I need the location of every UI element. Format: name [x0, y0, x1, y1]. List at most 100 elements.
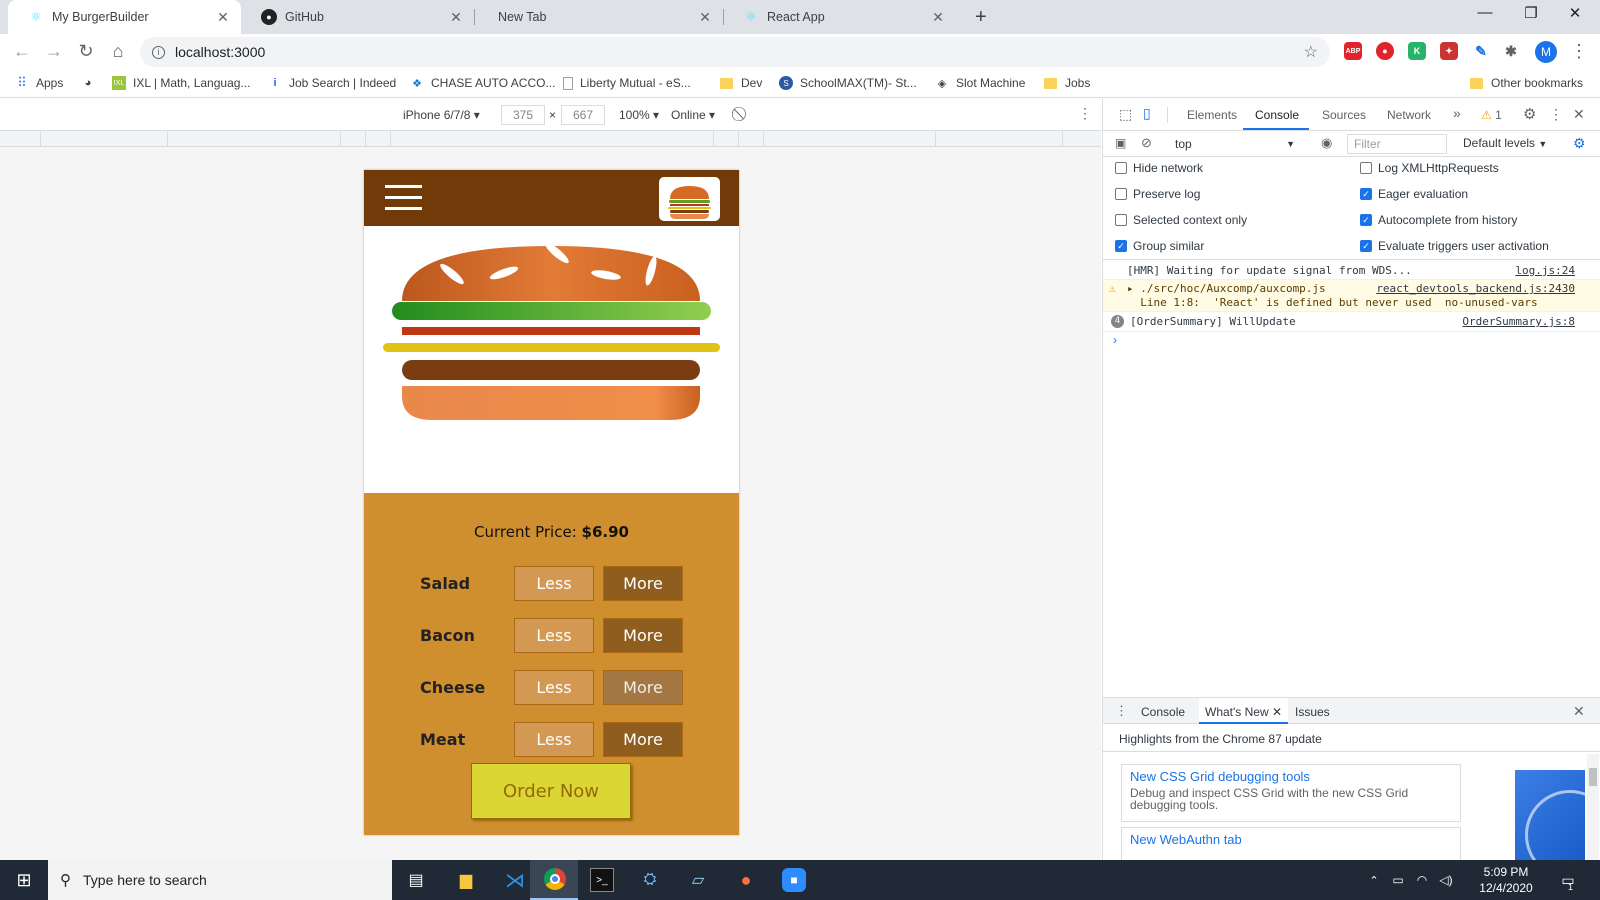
tab-sources[interactable]: Sources	[1322, 108, 1366, 122]
bookmark-folder-jobs[interactable]: Jobs	[1044, 76, 1090, 90]
close-drawer-tab-icon[interactable]: ✕	[1272, 705, 1282, 719]
bookmark-schoolmax[interactable]: S SchoolMAX(TM)- St...	[779, 76, 917, 90]
bookmark-slot-machine[interactable]: ◈ Slot Machine	[935, 76, 1026, 90]
sidebar-toggle-icon[interactable]: ▣	[1115, 136, 1126, 150]
tab-react-app[interactable]: ⚛ React App ✕	[723, 0, 956, 34]
bookmark-folder-dev[interactable]: Dev	[720, 76, 762, 90]
zoom-select[interactable]: 100% ▾	[619, 108, 659, 122]
forward-icon[interactable]: →	[43, 41, 65, 62]
setting-eager-evaluation[interactable]: ✓ Eager evaluation	[1360, 187, 1468, 201]
drawer-menu-icon[interactable]: ⋮	[1115, 703, 1128, 719]
device-width-input[interactable]: 375	[501, 105, 545, 125]
terminal-icon[interactable]: >_	[590, 868, 614, 892]
salad-less-button[interactable]: Less	[514, 566, 594, 601]
hamburger-menu-icon[interactable]	[379, 180, 429, 216]
burger-logo[interactable]	[659, 177, 720, 221]
bookmark-chase[interactable]: ❖ CHASE AUTO ACCO...	[410, 76, 555, 90]
eyedropper-extension-icon[interactable]: ✎	[1472, 42, 1490, 60]
battery-icon[interactable]: ▭	[1386, 868, 1410, 892]
close-tab-icon[interactable]: ✕	[697, 9, 713, 26]
network-select[interactable]: Online ▾	[671, 108, 715, 122]
bookmark-apps[interactable]: ⠿ Apps	[15, 75, 63, 90]
network-app-icon[interactable]: ⛭	[638, 868, 662, 892]
checkbox[interactable]	[1360, 162, 1372, 174]
console-prompt-icon[interactable]: ›	[1113, 333, 1117, 347]
volume-icon[interactable]: ◁)	[1434, 868, 1458, 892]
tab-new-tab[interactable]: New Tab ✕	[474, 0, 723, 34]
notepad-icon[interactable]: ▱	[686, 868, 710, 892]
extensions-puzzle-icon[interactable]: ✱	[1502, 42, 1520, 60]
log-source-link[interactable]: OrderSummary.js:8	[1462, 315, 1575, 328]
taskbar-search[interactable]: ⚲ Type here to search	[48, 860, 392, 900]
close-tab-icon[interactable]: ✕	[215, 9, 231, 26]
profile-avatar[interactable]: M	[1535, 41, 1557, 63]
tab-elements[interactable]: Elements	[1187, 108, 1237, 122]
close-window-icon[interactable]: ✕	[1560, 4, 1590, 22]
info-icon[interactable]: i	[152, 45, 165, 59]
system-clock[interactable]: 5:09 PM 12/4/2020	[1470, 864, 1542, 896]
salad-more-button[interactable]: More	[603, 566, 683, 601]
puzzle-red-extension-icon[interactable]: ✦	[1440, 42, 1458, 60]
setting-selected-context-only[interactable]: Selected context only	[1115, 213, 1247, 227]
task-view-icon[interactable]: ▤	[404, 868, 428, 892]
whats-new-card-css-grid[interactable]: New CSS Grid debugging tools Debug and i…	[1121, 764, 1461, 822]
cheese-less-button[interactable]: Less	[514, 670, 594, 705]
context-select[interactable]: top ▼	[1161, 134, 1301, 154]
log-source-link[interactable]: react_devtools_backend.js:2430	[1376, 282, 1575, 295]
address-bar[interactable]: i localhost:3000 ☆	[140, 37, 1330, 67]
checkbox-checked[interactable]: ✓	[1360, 188, 1372, 200]
tab-console[interactable]: Console	[1255, 108, 1299, 122]
bookmark-indeed[interactable]: i Job Search | Indeed	[268, 76, 396, 90]
warnings-badge[interactable]: ⚠ 1	[1481, 108, 1502, 122]
more-tabs-icon[interactable]: »	[1453, 105, 1461, 121]
zoom-icon[interactable]: ■	[782, 868, 806, 892]
menu-kebab-icon[interactable]: ⋮	[1568, 41, 1590, 62]
checkbox[interactable]	[1115, 214, 1127, 226]
bookmark-other[interactable]: Other bookmarks	[1470, 76, 1583, 90]
meat-less-button[interactable]: Less	[514, 722, 594, 757]
k-extension-icon[interactable]: K	[1408, 42, 1426, 60]
url-text[interactable]: localhost:3000	[175, 44, 265, 60]
drawer-tab-issues[interactable]: Issues	[1295, 705, 1330, 719]
restore-icon[interactable]: ❐	[1516, 4, 1546, 22]
setting-preserve-log[interactable]: Preserve log	[1115, 187, 1200, 201]
bookmark-ixl[interactable]: IXL IXL | Math, Languag...	[112, 76, 250, 90]
checkbox-checked[interactable]: ✓	[1115, 240, 1127, 252]
home-icon[interactable]: ⌂	[107, 41, 129, 62]
close-devtools-icon[interactable]: ✕	[1573, 106, 1585, 123]
console-settings-icon[interactable]: ⚙	[1573, 135, 1586, 152]
tab-network[interactable]: Network	[1387, 108, 1431, 122]
setting-log-xmlhttprequests[interactable]: Log XMLHttpRequests	[1360, 161, 1499, 175]
order-now-button[interactable]: Order Now	[471, 763, 631, 819]
close-tab-icon[interactable]: ✕	[448, 9, 464, 26]
devtools-menu-icon[interactable]: ⋮	[1549, 106, 1563, 123]
setting-evaluate-triggers[interactable]: ✓ Evaluate triggers user activation	[1360, 239, 1549, 253]
drawer-scrollbar[interactable]	[1587, 754, 1599, 860]
log-source-link[interactable]: log.js:24	[1515, 264, 1575, 277]
show-hidden-icons[interactable]: ⌃	[1362, 868, 1386, 892]
settings-gear-icon[interactable]: ⚙	[1523, 105, 1536, 123]
drawer-tab-whats-new[interactable]: What's New ✕	[1199, 698, 1289, 724]
drawer-tab-console[interactable]: Console	[1141, 705, 1185, 719]
minimize-icon[interactable]: —	[1470, 4, 1500, 21]
clear-console-icon[interactable]: ⊘	[1141, 135, 1152, 151]
cheese-more-button[interactable]: More	[603, 670, 683, 705]
bookmark-liberty-mutual[interactable]: Liberty Mutual - eS...	[563, 76, 691, 90]
close-drawer-icon[interactable]: ✕	[1573, 703, 1585, 720]
file-explorer-icon[interactable]: ▆	[454, 868, 478, 892]
device-height-input[interactable]: 667	[561, 105, 605, 125]
device-menu-icon[interactable]: ⋮	[1078, 105, 1092, 122]
red-extension-icon[interactable]: ●	[1376, 42, 1394, 60]
meat-more-button[interactable]: More	[603, 722, 683, 757]
checkbox-checked[interactable]: ✓	[1360, 214, 1372, 226]
adblock-extension-icon[interactable]: ABP	[1344, 42, 1362, 60]
back-icon[interactable]: ←	[11, 41, 33, 62]
firefox-icon[interactable]: ●	[734, 868, 758, 892]
close-tab-icon[interactable]: ✕	[930, 9, 946, 26]
new-tab-icon[interactable]: +	[975, 6, 987, 29]
tab-my-burgerbuilder[interactable]: ⚛ My BurgerBuilder ✕	[8, 0, 241, 34]
checkbox-checked[interactable]: ✓	[1360, 240, 1372, 252]
bookmark-star-icon[interactable]: ☆	[1304, 42, 1318, 62]
checkbox[interactable]	[1115, 188, 1127, 200]
tab-github[interactable]: ● GitHub ✕	[241, 0, 474, 34]
